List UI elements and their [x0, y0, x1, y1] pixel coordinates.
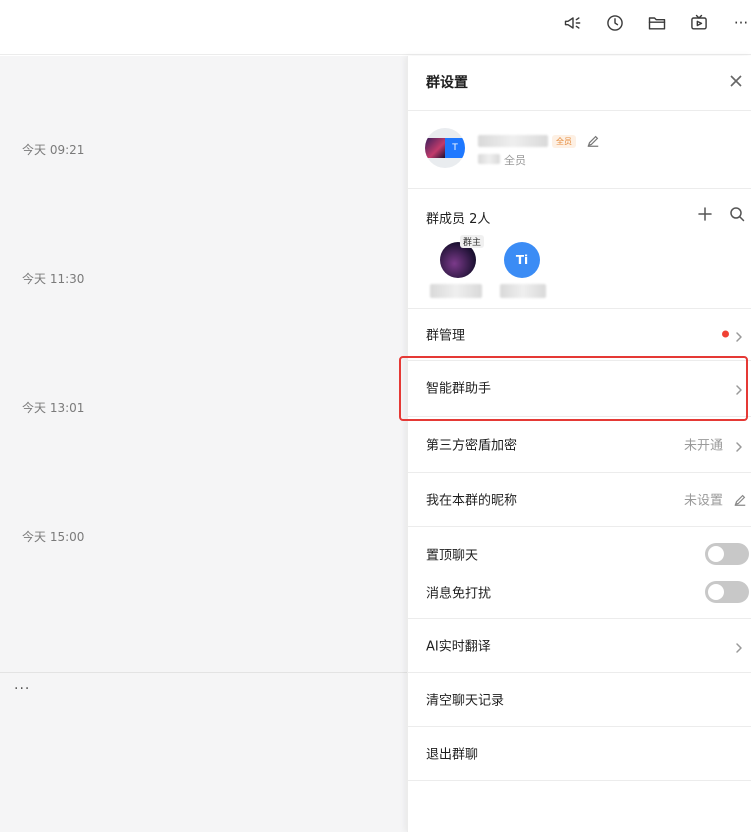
row-label: 消息免打扰	[426, 586, 492, 602]
input-more-icon[interactable]: ···	[14, 681, 30, 697]
row-label: 智能群助手	[426, 381, 492, 397]
avatar-image	[425, 138, 445, 158]
row-label: 群管理	[426, 328, 466, 344]
row-group-manage[interactable]: 群管理	[408, 308, 751, 360]
history-icon[interactable]	[604, 12, 626, 34]
row-nickname[interactable]: 我在本群的昵称 未设置	[408, 472, 751, 526]
edit-nickname-icon[interactable]	[733, 492, 747, 506]
group-avatar[interactable]: T	[425, 128, 465, 168]
chevron-right-icon	[733, 328, 745, 342]
timestamp: 今天 15:00	[22, 530, 85, 544]
folder-icon[interactable]	[646, 12, 668, 34]
timestamp: 今天 11:30	[22, 272, 85, 286]
member-name-redacted	[500, 284, 546, 298]
chevron-right-icon	[733, 438, 745, 452]
row-label: 第三方密盾加密	[426, 438, 518, 454]
top-toolbar: ···	[0, 0, 751, 55]
pin-chat-toggle[interactable]	[705, 543, 749, 565]
row-leave-group[interactable]: 退出群聊	[408, 726, 751, 780]
row-label: 我在本群的昵称	[426, 493, 518, 509]
group-settings-panel: 群设置 T 全员 全员 群成员 2人 群主 Ti 群管理 智能群助手 第三方密盾…	[407, 56, 751, 832]
megaphone-icon[interactable]	[562, 12, 584, 34]
timestamp: 今天 09:21	[22, 143, 85, 157]
divider	[408, 188, 751, 189]
member-avatar[interactable]: Ti	[504, 242, 540, 278]
row-label: AI实时翻译	[426, 639, 491, 655]
divider	[408, 110, 751, 111]
row-value: 未设置	[683, 493, 723, 509]
timestamp: 今天 13:01	[22, 401, 85, 415]
member-name-redacted	[430, 284, 482, 298]
row-ai-translate[interactable]: AI实时翻译	[408, 618, 751, 672]
add-member-icon[interactable]	[697, 206, 715, 224]
row-smart-assistant[interactable]: 智能群助手	[408, 360, 751, 414]
edit-name-icon[interactable]	[586, 133, 600, 147]
notification-dot	[722, 330, 729, 338]
group-member-text: 全员	[504, 154, 526, 167]
divider	[408, 526, 751, 527]
toggle-knob	[708, 546, 724, 562]
chat-area: 今天 09:21 今天 11:30 今天 13:01 今天 15:00	[0, 56, 407, 672]
row-pin-chat: 置顶聊天	[408, 534, 751, 574]
group-name-redacted	[478, 135, 548, 147]
panel-title: 群设置	[426, 75, 468, 91]
row-value: 未开通	[683, 438, 723, 454]
message-input-area[interactable]: ···	[0, 672, 407, 832]
divider	[408, 780, 751, 781]
row-mute: 消息免打扰	[408, 572, 751, 612]
toggle-knob	[708, 584, 724, 600]
avatar-letter: T	[445, 138, 465, 158]
members-title: 群成员 2人	[426, 212, 491, 227]
group-id-redacted	[478, 154, 500, 164]
video-icon[interactable]	[688, 12, 710, 34]
chevron-right-icon	[733, 381, 745, 395]
owner-badge: 群主	[460, 235, 485, 248]
close-button[interactable]	[727, 72, 745, 90]
search-icon[interactable]	[729, 206, 747, 224]
mute-toggle[interactable]	[705, 581, 749, 603]
chevron-right-icon	[733, 639, 745, 653]
row-label: 退出群聊	[426, 747, 479, 763]
row-clear-history[interactable]: 清空聊天记录	[408, 672, 751, 726]
row-label: 清空聊天记录	[426, 693, 505, 709]
more-icon[interactable]: ···	[730, 12, 751, 34]
row-label: 置顶聊天	[426, 548, 479, 564]
full-member-badge: 全员	[552, 135, 576, 148]
row-third-party-encrypt[interactable]: 第三方密盾加密 未开通	[408, 416, 751, 472]
